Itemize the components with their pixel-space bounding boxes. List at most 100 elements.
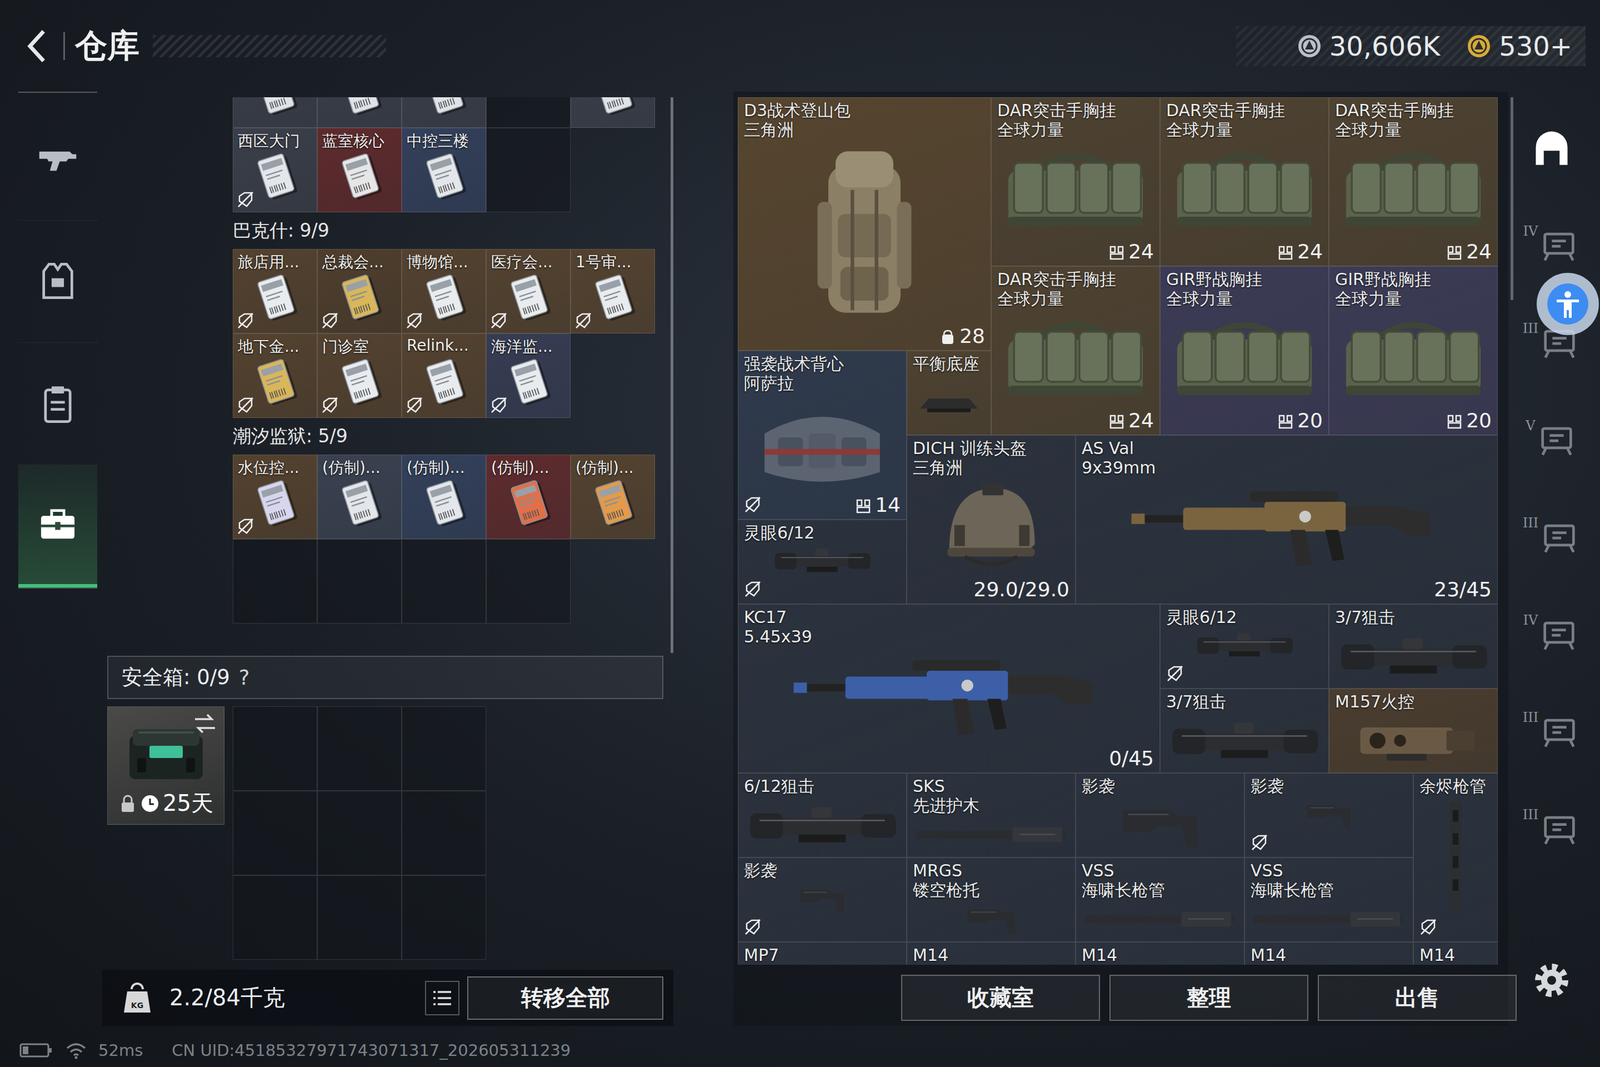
empty-slot[interactable]: [401, 538, 487, 624]
key-card-slot[interactable]: 西区大门: [232, 127, 318, 213]
stash-item[interactable]: 灵眼6/12: [1160, 603, 1329, 689]
stash-item[interactable]: MRGS镂空枪托: [906, 857, 1076, 942]
action-button[interactable]: 整理: [1109, 974, 1309, 1021]
item-count: 20: [1277, 408, 1323, 432]
stash-item[interactable]: DAR突击手胸挂全球力量24: [1328, 97, 1498, 267]
stash-item[interactable]: M14: [906, 941, 1076, 965]
stash-item[interactable]: M14: [1244, 941, 1414, 965]
empty-slot[interactable]: [401, 706, 487, 791]
equipment-tab[interactable]: III: [1518, 780, 1585, 878]
key-card-slot[interactable]: 1号审...: [570, 248, 655, 334]
currency[interactable]: 30,606K: [1297, 30, 1440, 62]
scrollbar[interactable]: [670, 97, 674, 653]
key-card-slot[interactable]: (仿制)...: [570, 454, 655, 539]
stash-item[interactable]: VSS海啸长枪管: [1244, 857, 1414, 942]
stash-item[interactable]: M14: [1075, 941, 1245, 965]
empty-slot[interactable]: [486, 127, 571, 213]
key-card-slot[interactable]: Relink...: [401, 333, 487, 418]
key-card-name: 海洋监...: [486, 333, 570, 358]
key-card-slot[interactable]: 蓝室核心: [317, 127, 402, 213]
untag-icon-svg: [1419, 917, 1438, 936]
scrollbar[interactable]: [1510, 97, 1514, 300]
stash-item[interactable]: GIR野战胸挂全球力量20: [1160, 266, 1329, 435]
key-card-slot[interactable]: [232, 97, 318, 128]
key-card-slot[interactable]: (仿制)...: [317, 454, 402, 539]
key-card-slot[interactable]: (仿制)...: [486, 454, 571, 539]
empty-slot[interactable]: [486, 97, 571, 128]
key-card-slot[interactable]: 地下金...: [232, 333, 318, 418]
empty-slot[interactable]: [232, 875, 318, 960]
stash-item[interactable]: 6/12狙击: [737, 772, 907, 858]
stash-item[interactable]: 灵眼6/12: [737, 519, 907, 604]
stash-item[interactable]: DAR突击手胸挂全球力量24: [991, 97, 1160, 267]
currency[interactable]: 530+: [1466, 30, 1573, 62]
equipment-tab[interactable]: III: [1518, 682, 1585, 780]
equipment-tab[interactable]: [1518, 99, 1585, 197]
key-card-slot[interactable]: (仿制)...: [401, 454, 487, 539]
stash-item[interactable]: 强袭战术背心阿萨拉14: [737, 350, 907, 520]
stash-item[interactable]: KC175.45x390/45: [737, 603, 1160, 773]
stash-item[interactable]: SKS先进护木: [906, 772, 1076, 858]
key-card-slot[interactable]: 博物馆...: [401, 248, 487, 334]
stash-item[interactable]: DAR突击手胸挂全球力量24: [991, 266, 1160, 435]
stash-item[interactable]: 3/7狙击: [1328, 603, 1498, 689]
help-button[interactable]: ?: [238, 665, 250, 690]
empty-slot[interactable]: [317, 790, 402, 875]
stash-item[interactable]: 3/7狙击: [1160, 688, 1329, 773]
key-card-slot[interactable]: 中控三楼: [401, 127, 487, 213]
equipment-tab[interactable]: III: [1518, 488, 1585, 586]
empty-slot[interactable]: [232, 706, 318, 791]
empty-slot[interactable]: [317, 706, 402, 791]
stash-left-panel: 西区大门蓝室核心中控三楼巴克什: 9/9旅店用...总裁会...博物馆...医疗…: [102, 91, 674, 1034]
nav-item[interactable]: [18, 465, 98, 588]
equipment-tab[interactable]: V: [1518, 391, 1585, 489]
empty-slot[interactable]: [232, 790, 318, 875]
swap-icon[interactable]: [192, 712, 218, 735]
stash-item[interactable]: 影袭: [1075, 772, 1245, 858]
stash-item[interactable]: 余烬枪管: [1413, 772, 1498, 942]
key-card-slot[interactable]: 海洋监...: [486, 333, 571, 418]
nav-item[interactable]: [18, 98, 98, 221]
key-card-slot[interactable]: [317, 97, 402, 128]
empty-slot[interactable]: [486, 538, 571, 624]
stash-item[interactable]: MP7: [737, 941, 907, 965]
safe-box-tile[interactable]: 25天: [107, 706, 225, 825]
stash-item[interactable]: M157火控: [1328, 688, 1498, 773]
days-left: 25天: [162, 787, 214, 819]
action-button[interactable]: 出售: [1317, 974, 1517, 1021]
key-card-slot[interactable]: 门诊室: [317, 333, 402, 418]
stash-item[interactable]: AS Val9x39mm23/45: [1075, 435, 1498, 604]
key-card-slot[interactable]: 水位控...: [232, 454, 318, 539]
gear-icon[interactable]: [1529, 957, 1574, 1003]
list-icon[interactable]: [425, 980, 460, 1015]
key-card-slot[interactable]: [401, 97, 487, 128]
key-card-slot[interactable]: 旅店用...: [232, 248, 318, 334]
empty-slot[interactable]: [401, 875, 487, 960]
equipment-tab[interactable]: IV: [1518, 585, 1585, 683]
empty-slot[interactable]: [317, 875, 402, 960]
stash-item[interactable]: 影袭: [1244, 772, 1414, 858]
stash-item[interactable]: GIR野战胸挂全球力量20: [1328, 266, 1498, 435]
accessibility-icon[interactable]: [1536, 272, 1599, 335]
stash-right-panel: D3战术登山包三角洲28DAR突击手胸挂全球力量24DAR突击手胸挂全球力量24…: [733, 91, 1509, 1026]
nav-item[interactable]: [18, 342, 98, 465]
stash-item[interactable]: DAR突击手胸挂全球力量24: [1160, 97, 1329, 267]
stash-item[interactable]: 平衡底座: [906, 350, 992, 435]
back-icon[interactable]: [20, 28, 52, 64]
key-card-slot[interactable]: 总裁会...: [317, 248, 402, 334]
stash-item[interactable]: DICH 训练头盔三角洲29.0/29.0: [906, 435, 1076, 604]
key-card-slot[interactable]: [570, 97, 655, 128]
stash-item[interactable]: 影袭: [737, 857, 907, 942]
nav-item[interactable]: [18, 220, 98, 343]
empty-slot[interactable]: [232, 538, 318, 624]
key-card-slot[interactable]: 医疗会...: [486, 248, 571, 334]
stash-item[interactable]: D3战术登山包三角洲28: [737, 97, 992, 351]
empty-slot[interactable]: [317, 538, 402, 624]
transfer-all-button[interactable]: 转移全部: [467, 976, 664, 1020]
action-button[interactable]: 收藏室: [901, 974, 1100, 1021]
stash-item[interactable]: VSS海啸长枪管: [1075, 857, 1245, 942]
stash-item[interactable]: M14: [1413, 941, 1498, 965]
empty-slot[interactable]: [401, 790, 487, 875]
item-name: VSS: [1250, 861, 1408, 881]
key-card-icon: [420, 97, 474, 120]
